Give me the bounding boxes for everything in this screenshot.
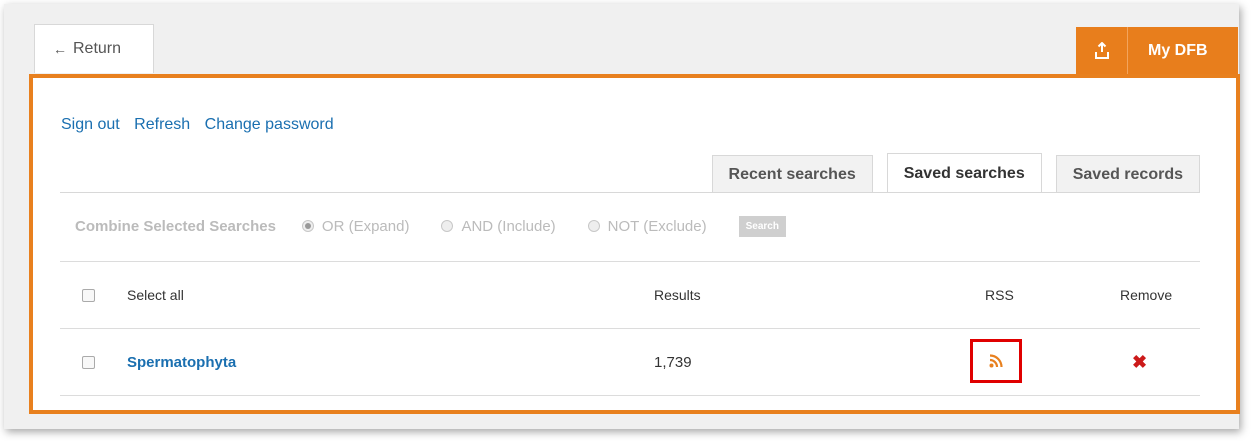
tab-saved-records[interactable]: Saved records bbox=[1055, 155, 1200, 193]
radio-and[interactable]: AND (Include) bbox=[441, 217, 556, 235]
account-links: Sign out Refresh Change password bbox=[61, 116, 344, 134]
radio-not[interactable]: NOT (Exclude) bbox=[587, 217, 707, 235]
sign-out-link[interactable]: Sign out bbox=[61, 116, 120, 133]
table-row: Spermatophyta 1,739 ✖ bbox=[60, 328, 1200, 396]
select-all-label: Select all bbox=[127, 287, 184, 303]
combine-title: Combine Selected Searches bbox=[75, 217, 276, 235]
my-dfb-window: ← Return My DFB Sign out Refresh Change … bbox=[4, 4, 1240, 429]
my-dfb-label: My DFB bbox=[1148, 42, 1208, 59]
remove-icon[interactable]: ✖ bbox=[1132, 352, 1147, 373]
radio-or-control[interactable] bbox=[301, 220, 314, 232]
return-label: Return bbox=[73, 40, 122, 57]
rss-header: RSS bbox=[985, 287, 1014, 303]
table-header: Select all Results RSS Remove bbox=[60, 261, 1200, 328]
combine-searches-bar: Combine Selected Searches OR (Expand) AN… bbox=[75, 211, 786, 241]
radio-and-label: AND (Include) bbox=[461, 217, 556, 235]
radio-not-control[interactable] bbox=[587, 220, 600, 232]
export-icon[interactable] bbox=[1076, 27, 1128, 75]
tab-recent-searches[interactable]: Recent searches bbox=[711, 155, 873, 193]
radio-and-control[interactable] bbox=[441, 220, 454, 232]
search-tabs: Recent searches Saved searches Saved rec… bbox=[698, 153, 1200, 193]
combine-search-button[interactable]: Search bbox=[738, 215, 786, 237]
select-all-checkbox[interactable] bbox=[82, 288, 95, 302]
radio-or-label: OR (Expand) bbox=[321, 217, 410, 235]
change-password-link[interactable]: Change password bbox=[205, 116, 334, 133]
radio-not-label: NOT (Exclude) bbox=[607, 217, 707, 235]
refresh-link[interactable]: Refresh bbox=[134, 116, 190, 133]
tab-saved-searches[interactable]: Saved searches bbox=[886, 153, 1042, 193]
left-arrow-icon: ← bbox=[53, 41, 67, 57]
remove-header: Remove bbox=[1120, 287, 1173, 303]
results-count: 1,739 bbox=[654, 353, 692, 371]
radio-or[interactable]: OR (Expand) bbox=[301, 217, 410, 235]
saved-search-link[interactable]: Spermatophyta bbox=[127, 354, 236, 371]
my-dfb-tab[interactable]: My DFB bbox=[1076, 27, 1238, 75]
my-dfb-panel: Sign out Refresh Change password Recent … bbox=[29, 74, 1240, 414]
row-checkbox[interactable] bbox=[82, 355, 95, 369]
results-header: Results bbox=[654, 287, 701, 303]
rss-icon[interactable] bbox=[970, 339, 1022, 383]
tab-divider bbox=[60, 192, 1200, 193]
return-button[interactable]: ← Return bbox=[34, 24, 154, 73]
